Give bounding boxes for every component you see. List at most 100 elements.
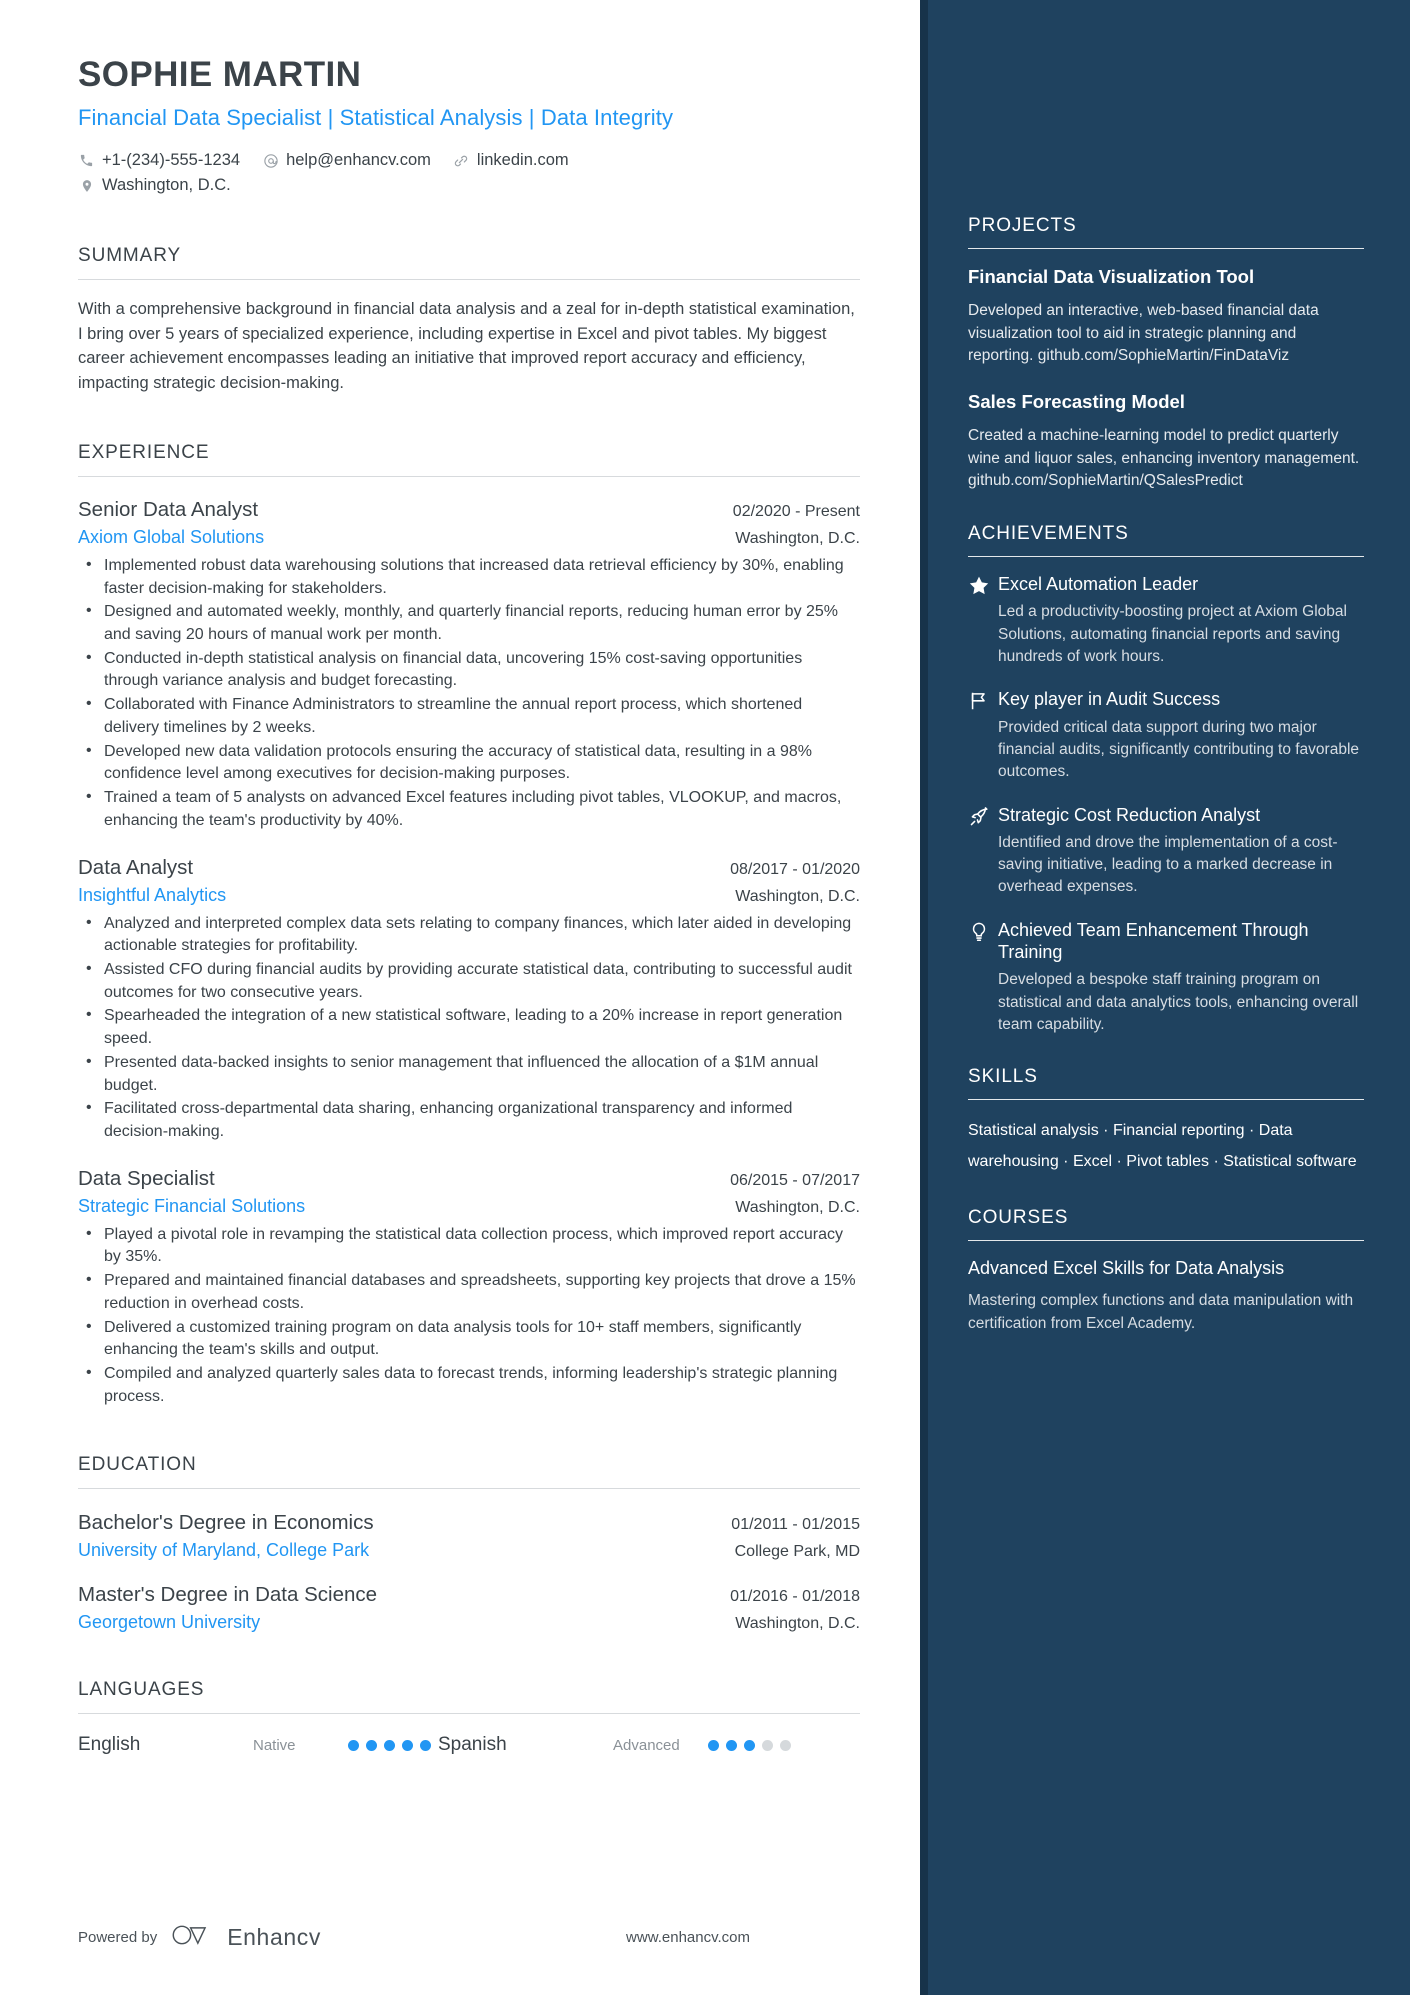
degree-title: Master's Degree in Data Science (78, 1583, 378, 1607)
summary-heading: SUMMARY (78, 244, 182, 266)
achievement-description: Led a productivity-boosting project at A… (998, 603, 1347, 665)
experience-item-header: Data Specialist 06/2015 - 07/2017 (78, 1167, 860, 1191)
rating-dot (708, 1739, 719, 1751)
section-languages: LANGUAGES English Native Spanish Advance… (78, 1679, 860, 1756)
school-name[interactable]: University of Maryland, College Park (78, 1540, 369, 1561)
headline: Financial Data Specialist | Statistical … (78, 105, 674, 131)
contact-link[interactable]: linkedin.com (453, 148, 569, 174)
powered-by-label: Powered by (78, 1929, 158, 1946)
skills-text: Statistical analysis · Financial reporti… (968, 1122, 1357, 1170)
course-item: Advanced Excel Skills for Data Analysis … (968, 1257, 1364, 1335)
degree-dates: 01/2011 - 01/2015 (731, 1516, 860, 1534)
courses-heading: COURSES (968, 1207, 1069, 1229)
languages-list: English Native Spanish Advanced (78, 1734, 860, 1756)
job-title: Senior Data Analyst (78, 497, 259, 521)
school-location: Washington, D.C. (735, 1615, 860, 1633)
experience-list: Senior Data Analyst 02/2020 - Present Ax… (78, 498, 860, 1409)
language-item: Spanish Advanced (438, 1734, 798, 1756)
experience-item-header: Senior Data Analyst 02/2020 - Present (78, 498, 860, 522)
location-text: Washington, D.C. (102, 176, 231, 195)
education-item: Master's Degree in Data Science 01/2016 … (78, 1583, 860, 1633)
rating-dot (402, 1739, 413, 1751)
contact-email[interactable]: help@enhancv.com (262, 148, 431, 174)
page-title: SOPHIE MARTIN (78, 55, 362, 94)
brand-name: Enhancv (227, 1924, 321, 1950)
divider (968, 1240, 1364, 1242)
list-item: Conducted in-depth statistical analysis … (78, 647, 860, 693)
phone-text: +1-(234)-555-1234 (102, 150, 241, 169)
list-item: Analyzed and interpreted complex data se… (78, 911, 860, 958)
section-courses: COURSES Advanced Excel Skills for Data A… (968, 1207, 1364, 1335)
achievements-heading: ACHIEVEMENTS (968, 523, 1129, 544)
project-name: Financial Data Visualization Tool (968, 266, 1255, 287)
education-item-header: Master's Degree in Data Science 01/2016 … (78, 1583, 860, 1607)
achievement-title: Excel Automation Leader (998, 574, 1199, 594)
rating-dot (348, 1739, 359, 1751)
language-name: English (78, 1734, 141, 1756)
job-company[interactable]: Axiom Global Solutions (78, 527, 264, 548)
job-bullets: Analyzed and interpreted complex data se… (78, 911, 860, 1144)
list-item: Developed new data validation protocols … (78, 740, 860, 786)
resume-page: SOPHIE MARTIN Financial Data Specialist … (0, 0, 1410, 1995)
job-company[interactable]: Strategic Financial Solutions (78, 1196, 305, 1217)
experience-item-subheader: Axiom Global Solutions Washington, D.C. (78, 522, 860, 548)
experience-item: Data Specialist 06/2015 - 07/2017 Strate… (78, 1167, 860, 1409)
skills-heading: SKILLS (968, 1066, 1038, 1088)
course-name: Advanced Excel Skills for Data Analysis (968, 1258, 1285, 1279)
job-title: Data Analyst (78, 855, 194, 879)
language-level: Advanced (613, 1736, 680, 1754)
link-icon (453, 152, 470, 169)
list-item: Delivered a customized training program … (78, 1316, 860, 1362)
experience-item: Data Analyst 08/2017 - 01/2020 Insightfu… (78, 856, 860, 1144)
education-item: Bachelor's Degree in Economics 01/2011 -… (78, 1511, 860, 1561)
rocket-icon (968, 804, 998, 899)
achievement-description: Identified and drove the implementation … (998, 833, 1338, 896)
lightbulb-icon (968, 919, 998, 1037)
enhancv-logo-icon (171, 1922, 213, 1953)
job-dates: 08/2017 - 01/2020 (730, 860, 860, 878)
education-item-subheader: University of Maryland, College Park Col… (78, 1535, 860, 1561)
divider (78, 278, 860, 280)
language-rating-dots (708, 1739, 791, 1751)
contact-phone[interactable]: +1-(234)-555-1234 (78, 148, 240, 174)
course-description: Mastering complex functions and data man… (968, 1292, 1354, 1332)
divider (968, 1099, 1364, 1101)
school-location: College Park, MD (734, 1543, 860, 1561)
job-company[interactable]: Insightful Analytics (78, 885, 226, 906)
divider (968, 248, 1364, 249)
experience-item-subheader: Strategic Financial Solutions Washington… (78, 1191, 860, 1217)
experience-item-subheader: Insightful Analytics Washington, D.C. (78, 880, 860, 906)
list-item: Facilitated cross-departmental data shar… (78, 1097, 860, 1143)
project-description: Created a machine-learning model to pred… (968, 427, 1360, 490)
school-name[interactable]: Georgetown University (78, 1612, 260, 1633)
project-name: Sales Forecasting Model (968, 391, 1185, 412)
job-location: Washington, D.C. (735, 1198, 860, 1216)
list-item: Trained a team of 5 analysts on advanced… (78, 786, 860, 832)
sidebar-accent-stripe (920, 0, 928, 1995)
rating-dot (780, 1739, 791, 1751)
achievement-item: Excel Automation Leader Led a productivi… (968, 573, 1364, 668)
star-icon (968, 573, 998, 668)
list-item: Played a pivotal role in revamping the s… (78, 1223, 860, 1269)
section-experience: EXPERIENCE Senior Data Analyst 02/2020 -… (78, 442, 860, 1409)
achievement-item: Strategic Cost Reduction Analyst Identif… (968, 804, 1364, 899)
site-url[interactable]: www.enhancv.com (626, 1929, 750, 1946)
divider (78, 1488, 860, 1490)
rating-dot (420, 1739, 431, 1751)
achievement-item: Achieved Team Enhancement Through Traini… (968, 919, 1364, 1037)
list-item: Designed and automated weekly, monthly, … (78, 600, 860, 646)
link-text: linkedin.com (476, 150, 569, 169)
languages-heading: LANGUAGES (78, 1679, 205, 1701)
achievement-title: Achieved Team Enhancement Through Traini… (998, 919, 1309, 963)
achievement-description: Developed a bespoke staff training progr… (998, 971, 1359, 1033)
degree-dates: 01/2016 - 01/2018 (730, 1588, 860, 1606)
achievement-title: Strategic Cost Reduction Analyst (998, 804, 1261, 825)
job-bullets: Played a pivotal role in revamping the s… (78, 1223, 860, 1409)
list-item: Prepared and maintained financial databa… (78, 1269, 860, 1315)
achievement-body: Excel Automation Leader Led a productivi… (998, 573, 1364, 668)
section-summary: SUMMARY With a comprehensive background … (78, 245, 860, 396)
section-projects: PROJECTS Financial Data Visualization To… (968, 215, 1364, 493)
sidebar: PROJECTS Financial Data Visualization To… (920, 0, 1410, 1995)
email-icon (262, 152, 279, 169)
achievement-body: Strategic Cost Reduction Analyst Identif… (998, 804, 1364, 899)
